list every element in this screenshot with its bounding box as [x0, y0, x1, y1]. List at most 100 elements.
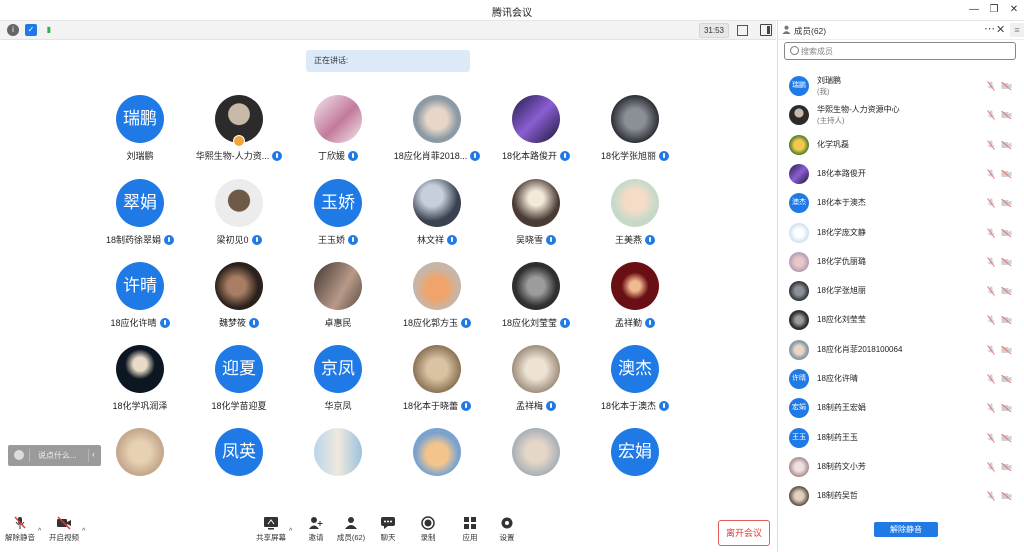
start-video-button[interactable]: 开启视频: [44, 516, 84, 543]
restore-button[interactable]: ❐: [986, 2, 1002, 18]
chevron-up-icon[interactable]: ^: [82, 528, 85, 535]
chevron-up-icon[interactable]: ^: [38, 528, 41, 535]
member-row[interactable]: 许晴 18应化许晴: [778, 365, 1024, 394]
mic-muted-icon[interactable]: [987, 110, 995, 121]
mic-muted-icon[interactable]: [987, 286, 995, 296]
participant-tile[interactable]: 18应化刘莹莹: [487, 262, 585, 342]
participant-tile[interactable]: 迎夏 18化学苗迎夏: [190, 345, 288, 425]
chevron-up-icon[interactable]: ^: [289, 528, 292, 535]
record-button[interactable]: 录制: [408, 516, 448, 543]
participant-tile[interactable]: 玉娇 王玉娇: [289, 179, 387, 259]
mic-muted-icon[interactable]: [987, 198, 995, 208]
shield-icon[interactable]: ✓: [25, 24, 37, 36]
member-row[interactable]: 18化学庞文静: [778, 219, 1024, 248]
menu-icon[interactable]: ≡: [1010, 23, 1024, 37]
participant-tile[interactable]: 18应化郭方玉: [388, 262, 486, 342]
participant-tile[interactable]: 凤英: [190, 428, 288, 508]
participant-tile[interactable]: 18化学巩润泽: [91, 345, 189, 425]
mic-muted-icon[interactable]: [987, 81, 995, 91]
participant-tile[interactable]: [388, 428, 486, 508]
mic-muted-icon[interactable]: [987, 139, 995, 150]
settings-button[interactable]: 设置: [487, 516, 527, 543]
member-row[interactable]: 宏娟 18制药王宏娟: [778, 394, 1024, 423]
layout-panel-icon[interactable]: [760, 24, 772, 36]
invite-button[interactable]: 邀请: [296, 516, 336, 543]
leave-meeting-button[interactable]: 离开会议: [718, 520, 770, 546]
mic-muted-icon[interactable]: [987, 344, 995, 355]
participant-tile[interactable]: 宏娟: [586, 428, 684, 508]
participant-tile[interactable]: 王美燕: [586, 179, 684, 259]
participant-tile[interactable]: 许晴 18应化许晴: [91, 262, 189, 342]
member-row[interactable]: 王玉 18制药王玉: [778, 424, 1024, 453]
member-row[interactable]: 18化本路俊开: [778, 160, 1024, 189]
camera-off-icon[interactable]: [1001, 110, 1012, 120]
camera-off-icon[interactable]: [1001, 198, 1012, 208]
members-button[interactable]: 成员(62): [331, 516, 371, 543]
member-row[interactable]: 18化学张旭丽: [778, 277, 1024, 306]
apps-button[interactable]: 应用: [450, 516, 490, 543]
mic-muted-icon[interactable]: [987, 432, 995, 443]
camera-off-icon[interactable]: [1001, 169, 1012, 179]
member-row[interactable]: 18应化肖菲2018100064: [778, 336, 1024, 365]
member-search-field[interactable]: 搜索成员: [784, 42, 1016, 60]
participant-tile[interactable]: 卓惠民: [289, 262, 387, 342]
member-row[interactable]: 18制药文小芳: [778, 453, 1024, 482]
participant-tile[interactable]: 18应化肖菲2018...: [388, 95, 486, 175]
mic-muted-icon[interactable]: [987, 491, 995, 501]
participant-tile[interactable]: 京凤 华京凤: [289, 345, 387, 425]
member-search-input[interactable]: 搜索成员: [801, 46, 833, 57]
camera-off-icon[interactable]: [1001, 257, 1012, 267]
mic-muted-icon[interactable]: [987, 403, 995, 414]
mic-muted-icon[interactable]: [987, 256, 995, 267]
participant-tile[interactable]: [289, 428, 387, 508]
participant-tile[interactable]: 丁欣媛: [289, 95, 387, 175]
emoji-icon[interactable]: [14, 450, 24, 460]
mic-muted-icon[interactable]: [987, 227, 995, 238]
participant-tile[interactable]: 18化学张旭丽: [586, 95, 684, 175]
camera-off-icon[interactable]: [1001, 140, 1012, 149]
signal-icon[interactable]: ▮: [43, 24, 55, 36]
more-options-icon[interactable]: ⋯: [984, 22, 995, 35]
chat-input[interactable]: 说点什么...: [38, 450, 77, 461]
participant-tile[interactable]: 瑞鹏 刘瑞鹏: [91, 95, 189, 175]
participant-tile[interactable]: 魏梦筱: [190, 262, 288, 342]
close-panel-icon[interactable]: ✕: [996, 23, 1005, 36]
unmute-all-button[interactable]: 解除静音: [874, 522, 938, 537]
camera-off-icon[interactable]: [1001, 433, 1012, 442]
mic-muted-icon[interactable]: [987, 462, 995, 472]
member-row[interactable]: 华熙生物-人力资源中心 (主持人): [778, 101, 1024, 130]
camera-off-icon[interactable]: [1001, 462, 1012, 472]
mic-muted-icon[interactable]: [987, 374, 995, 384]
mic-muted-icon[interactable]: [987, 315, 995, 326]
camera-off-icon[interactable]: [1001, 316, 1012, 325]
collapse-chevron-icon[interactable]: ‹: [92, 449, 95, 459]
chat-input-bar[interactable]: 说点什么... ‹: [8, 445, 101, 466]
participant-tile[interactable]: 孟祥梅: [487, 345, 585, 425]
participant-tile[interactable]: 18化本路俊开: [487, 95, 585, 175]
mic-muted-icon[interactable]: [987, 169, 995, 179]
participant-tile[interactable]: 梁初见0: [190, 179, 288, 259]
chat-button[interactable]: 聊天: [368, 516, 408, 543]
share-screen-button[interactable]: 共享屏幕: [251, 516, 291, 543]
fullscreen-icon[interactable]: [737, 25, 748, 36]
camera-off-icon[interactable]: [1001, 345, 1012, 355]
participant-tile[interactable]: 孟祥勤: [586, 262, 684, 342]
member-row[interactable]: 化学巩磊: [778, 131, 1024, 160]
member-row[interactable]: 瑞鹏 刘瑞鹏 (我): [778, 72, 1024, 101]
camera-off-icon[interactable]: [1001, 374, 1012, 384]
participant-tile[interactable]: [91, 428, 189, 508]
member-row[interactable]: 澳杰 18化本于澳杰: [778, 189, 1024, 218]
participant-tile[interactable]: 林文祥: [388, 179, 486, 259]
camera-off-icon[interactable]: [1001, 81, 1012, 91]
camera-off-icon[interactable]: [1001, 228, 1012, 237]
camera-off-icon[interactable]: [1001, 403, 1012, 413]
participant-tile[interactable]: 翠娟 18制药徐翠娟: [91, 179, 189, 259]
unmute-button[interactable]: 解除静音: [0, 516, 40, 543]
camera-off-icon[interactable]: [1001, 491, 1012, 501]
member-row[interactable]: 18制药吴哲: [778, 482, 1024, 511]
info-icon[interactable]: i: [7, 24, 19, 36]
close-window-button[interactable]: ✕: [1006, 2, 1022, 18]
participant-tile[interactable]: 华熙生物-人力资...: [190, 95, 288, 175]
participant-tile[interactable]: [487, 428, 585, 508]
member-row[interactable]: 18化学仇丽璐: [778, 248, 1024, 277]
